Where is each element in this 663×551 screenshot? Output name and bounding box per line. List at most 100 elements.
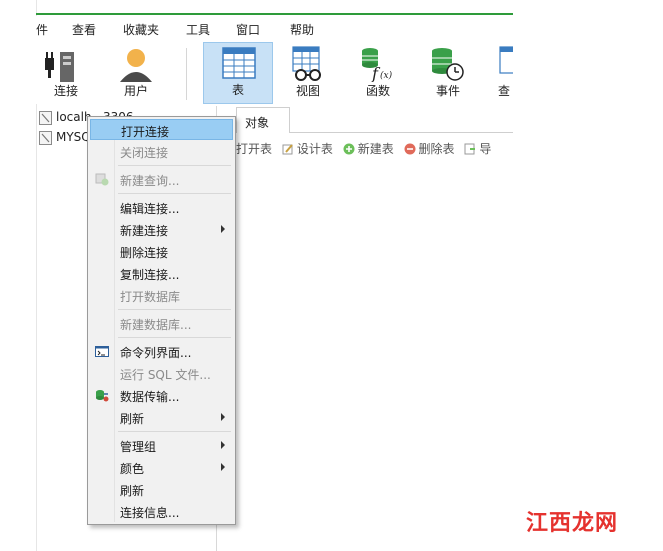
menu-item-open-database: 打开数据库 (90, 285, 233, 306)
event-button[interactable]: 事件 (418, 42, 478, 104)
menu-item-data-transfer[interactable]: 数据传输... (90, 385, 233, 406)
menu-item-label: 打开数据库 (120, 290, 181, 304)
connection-icon (39, 131, 52, 145)
toolbar-separator (186, 48, 187, 100)
menu-item-label: 删除连接 (120, 246, 169, 260)
menu-item-command-line[interactable]: 命令列界面... (90, 341, 233, 362)
menu-item-new-query: 新建查询... (90, 169, 233, 190)
delete-table-button[interactable]: 删除表 (404, 140, 455, 157)
connection-icon (39, 111, 52, 125)
menu-item-refresh[interactable]: 刷新 (90, 479, 233, 500)
menu-item-manage-group[interactable]: 管理组 (90, 435, 233, 456)
menu-favorites[interactable]: 收藏夹 (123, 21, 159, 38)
context-menu: 打开连接 关闭连接 新建查询... 编辑连接... 新建连接 删除连接 复制连接… (87, 116, 236, 525)
query-label: 查 (498, 84, 511, 98)
menu-item-label: 新建数据库... (120, 318, 192, 332)
menu-item-delete-connection[interactable]: 删除连接 (90, 241, 233, 262)
view-label: 视图 (295, 84, 320, 98)
menu-separator (118, 309, 231, 310)
data-transfer-icon (96, 390, 109, 402)
menu-item-open-connection[interactable]: 打开连接 (90, 119, 233, 140)
menu-separator (118, 193, 231, 194)
menu-item-color[interactable]: 颜色 (90, 457, 233, 478)
menu-item-edit-connection[interactable]: 编辑连接... (90, 197, 233, 218)
submenu-arrow-icon (221, 225, 225, 233)
table-button[interactable]: 表 (203, 42, 273, 104)
menu-separator (118, 337, 231, 338)
menu-view[interactable]: 查看 (72, 21, 96, 38)
plus-icon (343, 143, 355, 155)
menu-separator (118, 165, 231, 166)
menu-item-label: 新建连接 (120, 224, 169, 238)
main-toolbar: 连接 用户 表 视图 f (x) 函数 事件 查 (36, 42, 513, 104)
open-table-button[interactable]: 打开表 (236, 140, 272, 157)
query-icon (499, 46, 513, 74)
tree-item-label: MYSQ (56, 130, 91, 144)
menu-item-label: 连接信息... (120, 506, 180, 520)
console-icon (95, 346, 109, 357)
menu-item-connection-info[interactable]: 连接信息... (90, 501, 233, 522)
minus-icon (404, 143, 416, 155)
open-table-label: 打开表 (236, 142, 273, 156)
import-label: 导 (479, 142, 492, 156)
new-query-icon (95, 173, 109, 186)
user-icon (120, 49, 152, 82)
title-accent-line (36, 13, 513, 15)
tab-objects[interactable]: 对象 (236, 107, 290, 133)
menu-file[interactable]: 件 (36, 21, 48, 38)
menu-help[interactable]: 帮助 (290, 21, 314, 38)
delete-table-label: 删除表 (418, 142, 455, 156)
view-button[interactable]: 视图 (278, 42, 338, 104)
view-icon (292, 46, 321, 81)
design-table-label: 设计表 (296, 142, 333, 156)
menu-item-label: 颜色 (120, 462, 145, 476)
function-icon: f (x) (362, 48, 393, 82)
svg-text:(x): (x) (380, 70, 393, 81)
import-button[interactable]: 导 (464, 140, 491, 157)
import-icon (464, 143, 476, 155)
menu-item-label: 命令列界面... (120, 346, 192, 360)
design-table-button[interactable]: 设计表 (282, 140, 333, 157)
user-label: 用户 (123, 84, 148, 98)
connect-button[interactable]: 连接 (36, 42, 96, 104)
plug-icon (45, 52, 74, 82)
menu-separator (118, 431, 231, 432)
menu-item-label: 关闭连接 (120, 146, 169, 160)
new-table-label: 新建表 (357, 142, 394, 156)
event-icon (432, 48, 464, 81)
pencil-icon (282, 144, 293, 155)
submenu-arrow-icon (221, 463, 225, 471)
menu-item-run-sql-file: 运行 SQL 文件... (90, 363, 233, 384)
menu-item-label: 打开连接 (121, 125, 170, 139)
menu-window[interactable]: 窗口 (236, 21, 260, 38)
table-icon (222, 47, 256, 79)
menu-item-label: 管理组 (120, 440, 157, 454)
menu-item-label: 新建查询... (120, 174, 180, 188)
new-table-button[interactable]: 新建表 (343, 140, 394, 157)
query-button[interactable]: 查 (488, 42, 513, 104)
tab-divider (290, 132, 513, 133)
menu-item-refresh-submenu[interactable]: 刷新 (90, 407, 233, 428)
function-button[interactable]: f (x) 函数 (348, 42, 408, 104)
menu-item-new-connection[interactable]: 新建连接 (90, 219, 233, 240)
connect-label: 连接 (53, 84, 78, 98)
menu-item-label: 刷新 (120, 484, 145, 498)
menu-item-label: 复制连接... (120, 268, 180, 282)
object-toolbar: 打开表 设计表 新建表 删除表 导 (236, 140, 513, 160)
menu-item-new-database: 新建数据库... (90, 313, 233, 334)
table-label: 表 (231, 83, 244, 97)
menu-item-label: 刷新 (120, 412, 145, 426)
menu-item-label: 数据传输... (120, 390, 180, 404)
menu-item-close-connection: 关闭连接 (90, 141, 233, 162)
watermark: 江西龙网 (526, 511, 619, 536)
menu-tools[interactable]: 工具 (186, 21, 210, 38)
function-label: 函数 (365, 84, 390, 98)
menu-bar: 件 查看 收藏夹 工具 窗口 帮助 (36, 16, 513, 42)
submenu-arrow-icon (221, 441, 225, 449)
event-label: 事件 (435, 84, 460, 98)
menu-item-label: 编辑连接... (120, 202, 180, 216)
menu-item-label: 运行 SQL 文件... (120, 368, 211, 382)
submenu-arrow-icon (221, 413, 225, 421)
user-button[interactable]: 用户 (108, 42, 164, 104)
menu-item-copy-connection[interactable]: 复制连接... (90, 263, 233, 284)
